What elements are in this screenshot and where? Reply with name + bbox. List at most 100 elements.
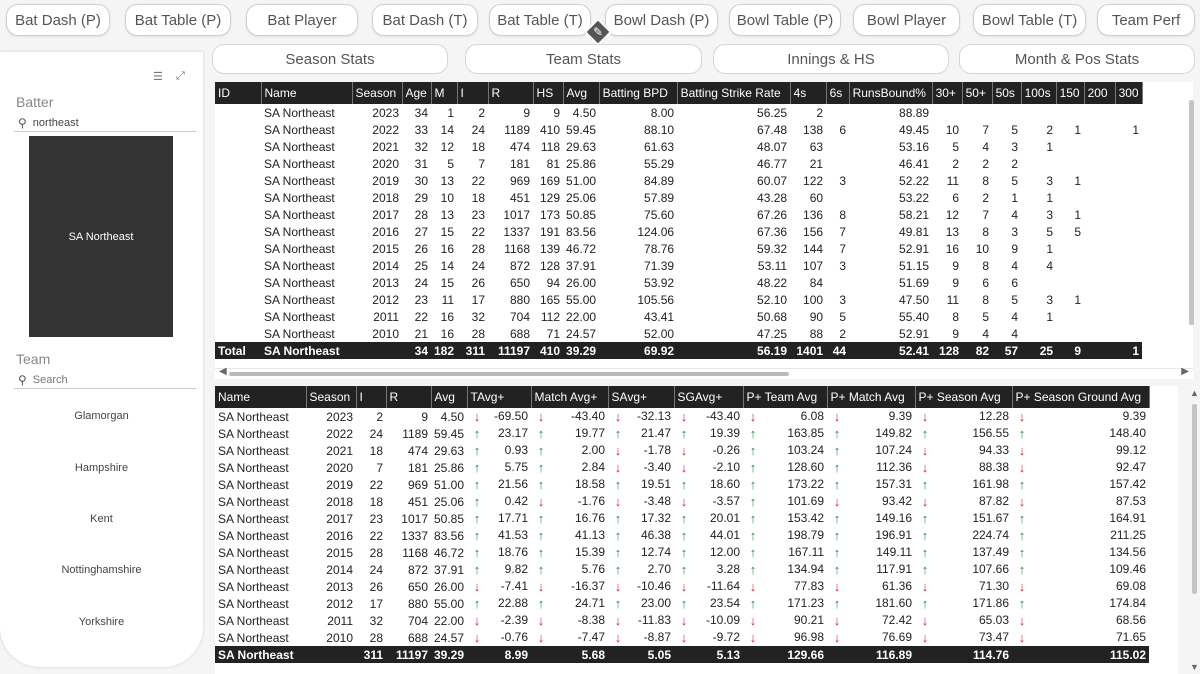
batter-selected-tile[interactable]: SA Northeast <box>29 136 173 337</box>
column-header[interactable]: Name <box>261 82 353 104</box>
column-header[interactable]: 30+ <box>932 82 963 104</box>
table-row[interactable]: SA Northeast 2019 30 13 22 969 169 51.00 84.89 60… <box>215 172 1143 189</box>
scroll-left-icon[interactable]: ◀ <box>219 366 227 377</box>
total-cell: 311 <box>457 342 489 359</box>
table-row[interactable]: SA Northeast 2012 17 880 55.00 ↑ 22.88 ↑ 24.71 ↑ 2… <box>215 595 1150 612</box>
batter-search-input[interactable]: ⚲ northeast <box>18 116 198 130</box>
season-table-scrollbar[interactable] <box>1186 100 1196 330</box>
tab-month-pos-stats[interactable]: Month & Pos Stats <box>959 44 1195 74</box>
table-row[interactable]: SA Northeast 2013 26 650 26.00 ↓ -7.41 ↓ -16.37 ↓… <box>215 578 1150 595</box>
nav-bowl-dash-p[interactable]: Bowl Dash (P) <box>605 4 718 36</box>
arrow-up-icon: ↑ <box>833 477 841 492</box>
column-header[interactable]: 4s <box>790 82 827 104</box>
nav-bat-dash-t[interactable]: Bat Dash (T) <box>372 4 478 36</box>
table-row[interactable]: SA Northeast 2021 32 12 18 474 118 29.63 61.63 48… <box>215 138 1143 155</box>
team-item-kent[interactable]: Kent <box>0 513 203 525</box>
column-header[interactable]: P+ Season Ground Avg <box>1012 386 1150 408</box>
column-header[interactable]: Avg <box>563 82 600 104</box>
column-header[interactable]: P+ Match Avg <box>827 386 916 408</box>
nav-bat-table-p[interactable]: Bat Table (P) <box>125 4 231 36</box>
table-row[interactable]: SA Northeast 2010 21 16 28 688 71 24.57 52.00 47.… <box>215 325 1143 342</box>
nav-bowl-table-t[interactable]: Bowl Table (T) <box>973 4 1086 36</box>
column-header[interactable]: HS <box>533 82 564 104</box>
nav-bat-dash-p[interactable]: Bat Dash (P) <box>6 4 110 36</box>
table-row[interactable]: SA Northeast 2012 23 11 17 880 165 55.00 105.56 5… <box>215 291 1143 308</box>
column-header[interactable]: SAvg+ <box>608 386 675 408</box>
table-row[interactable]: SA Northeast 2019 22 969 51.00 ↑ 21.56 ↑ 18.58 ↑ 1… <box>215 476 1150 493</box>
column-header[interactable]: R <box>488 82 534 104</box>
table-row[interactable]: SA Northeast 2018 29 10 18 451 129 25.06 57.89 43… <box>215 189 1143 206</box>
column-header[interactable]: R <box>386 386 432 408</box>
arrow-down-icon: ↓ <box>749 579 757 594</box>
table-row[interactable]: SA Northeast 2011 32 704 22.00 ↓ -2.39 ↓ -8.38 ↓ -… <box>215 612 1150 629</box>
tab-innings-hs[interactable]: Innings & HS <box>713 44 949 74</box>
tab-team-stats[interactable]: Team Stats <box>465 44 702 74</box>
column-header[interactable]: 50+ <box>962 82 993 104</box>
tab-season-stats[interactable]: Season Stats <box>212 44 448 74</box>
column-header[interactable]: 150 <box>1056 82 1085 104</box>
column-header[interactable]: 6s <box>826 82 850 104</box>
table-cell: ↓ 12.28 <box>915 408 1013 425</box>
column-header[interactable]: M <box>431 82 458 104</box>
nav-team-perf[interactable]: Team Perf <box>1097 4 1195 36</box>
column-header[interactable]: Name <box>215 386 307 408</box>
table-row[interactable]: SA Northeast 2017 28 13 23 1017 173 50.85 75.60 6… <box>215 206 1143 223</box>
table-row[interactable]: SA Northeast 2015 26 16 28 1168 139 46.72 78.76 5… <box>215 240 1143 257</box>
column-header[interactable]: Avg <box>431 386 468 408</box>
nav-bowl-player[interactable]: Bowl Player <box>853 4 960 36</box>
column-header[interactable]: Match Avg+ <box>531 386 609 408</box>
team-item-glamorgan[interactable]: Glamorgan <box>0 410 203 422</box>
nav-bat-table-t[interactable]: Bat Table (T) <box>489 4 591 36</box>
table-row[interactable]: SA Northeast 2022 33 14 24 1189 410 59.45 88.10 6… <box>215 121 1143 138</box>
column-header[interactable]: SGAvg+ <box>674 386 744 408</box>
table-row[interactable]: SA Northeast 2011 22 16 32 704 112 22.00 43.41 50… <box>215 308 1143 325</box>
table-row[interactable]: SA Northeast 2014 24 872 37.91 ↑ 9.82 ↑ 5.76 ↑ 2.7… <box>215 561 1150 578</box>
column-header[interactable]: Season <box>306 386 357 408</box>
table-cell: ↑ 156.55 <box>915 425 1013 442</box>
team-search-input[interactable]: ⚲ Search <box>18 373 198 387</box>
column-header[interactable]: ID <box>215 82 262 104</box>
scroll-up-icon[interactable]: ▲ <box>1190 388 1199 398</box>
column-header[interactable]: Batting BPD <box>599 82 678 104</box>
table-row[interactable]: SA Northeast 2022 24 1189 59.45 ↑ 23.17 ↑ 19.77 ↑… <box>215 425 1150 442</box>
table-row[interactable]: SA Northeast 2020 31 5 7 181 81 25.86 55.29 46.77… <box>215 155 1143 172</box>
scroll-down-icon[interactable]: ▼ <box>1190 662 1199 672</box>
column-header[interactable]: 300 <box>1115 82 1143 104</box>
table-row[interactable]: SA Northeast 2018 18 451 25.06 ↑ 0.42 ↓ -1.76 ↓ -3… <box>215 493 1150 510</box>
column-header[interactable]: RunsBound% <box>849 82 933 104</box>
nav-bowl-table-p[interactable]: Bowl Table (P) <box>729 4 841 36</box>
column-header[interactable]: Age <box>402 82 432 104</box>
table-row[interactable]: SA Northeast 2020 7 181 25.86 ↑ 5.75 ↑ 2.84 ↓ -3.4… <box>215 459 1150 476</box>
table-row[interactable]: SA Northeast 2014 25 14 24 872 128 37.91 71.39 53… <box>215 257 1143 274</box>
filter-icon[interactable]: ☰ <box>153 70 163 83</box>
column-header[interactable]: P+ Season Avg <box>915 386 1013 408</box>
column-header[interactable]: 200 <box>1084 82 1116 104</box>
column-header[interactable]: 100s <box>1021 82 1057 104</box>
nav-bat-player[interactable]: Bat Player <box>246 4 358 36</box>
table-row[interactable]: SA Northeast 2016 22 1337 83.56 ↑ 41.53 ↑ 41.13 ↑… <box>215 527 1150 544</box>
table-row[interactable]: SA Northeast 2016 27 15 22 1337 191 83.56 124.06… <box>215 223 1143 240</box>
column-header[interactable]: Season <box>352 82 403 104</box>
team-item-yorkshire[interactable]: Yorkshire <box>0 616 203 628</box>
column-header[interactable]: I <box>457 82 489 104</box>
column-header[interactable]: Batting Strike Rate <box>677 82 791 104</box>
column-header[interactable]: I <box>356 386 387 408</box>
table-row[interactable]: SA Northeast 2010 28 688 24.57 ↓ -0.76 ↓ -7.47 ↓ -… <box>215 629 1150 646</box>
table-row[interactable]: SA Northeast 2023 34 1 2 9 9 4.50 8.00 56.25 2 88.8… <box>215 104 1143 121</box>
table-row[interactable]: SA Northeast 2015 28 1168 46.72 ↑ 18.76 ↑ 15.39 ↑… <box>215 544 1150 561</box>
table-row[interactable]: SA Northeast 2017 23 1017 50.85 ↑ 17.71 ↑ 16.76 ↑… <box>215 510 1150 527</box>
focus-mode-icon[interactable]: ⤢ <box>176 70 185 83</box>
team-item-hampshire[interactable]: Hampshire <box>0 462 203 474</box>
table-row[interactable]: SA Northeast 2021 18 474 29.63 ↑ 0.93 ↑ 2.00 ↓ -1.… <box>215 442 1150 459</box>
column-header[interactable]: 50s <box>992 82 1022 104</box>
team-table-scrollbar[interactable]: ▲ ▼ <box>1188 388 1200 672</box>
column-header[interactable]: TAvg+ <box>467 386 532 408</box>
scroll-right-icon[interactable]: ▶ <box>1181 366 1189 377</box>
cell-value: 19.51 <box>641 477 672 491</box>
team-item-nottinghamshire[interactable]: Nottinghamshire <box>0 564 203 576</box>
table-cell: 22 <box>402 308 431 325</box>
table-row[interactable]: SA Northeast 2013 24 15 26 650 94 26.00 53.92 48.… <box>215 274 1143 291</box>
horizontal-scrollbar[interactable]: ◀ ▶ <box>215 366 1193 379</box>
table-row[interactable]: SA Northeast 2023 2 9 4.50 ↓ -69.50 ↓ -43.40 ↓ -32… <box>215 408 1150 425</box>
column-header[interactable]: P+ Team Avg <box>743 386 828 408</box>
